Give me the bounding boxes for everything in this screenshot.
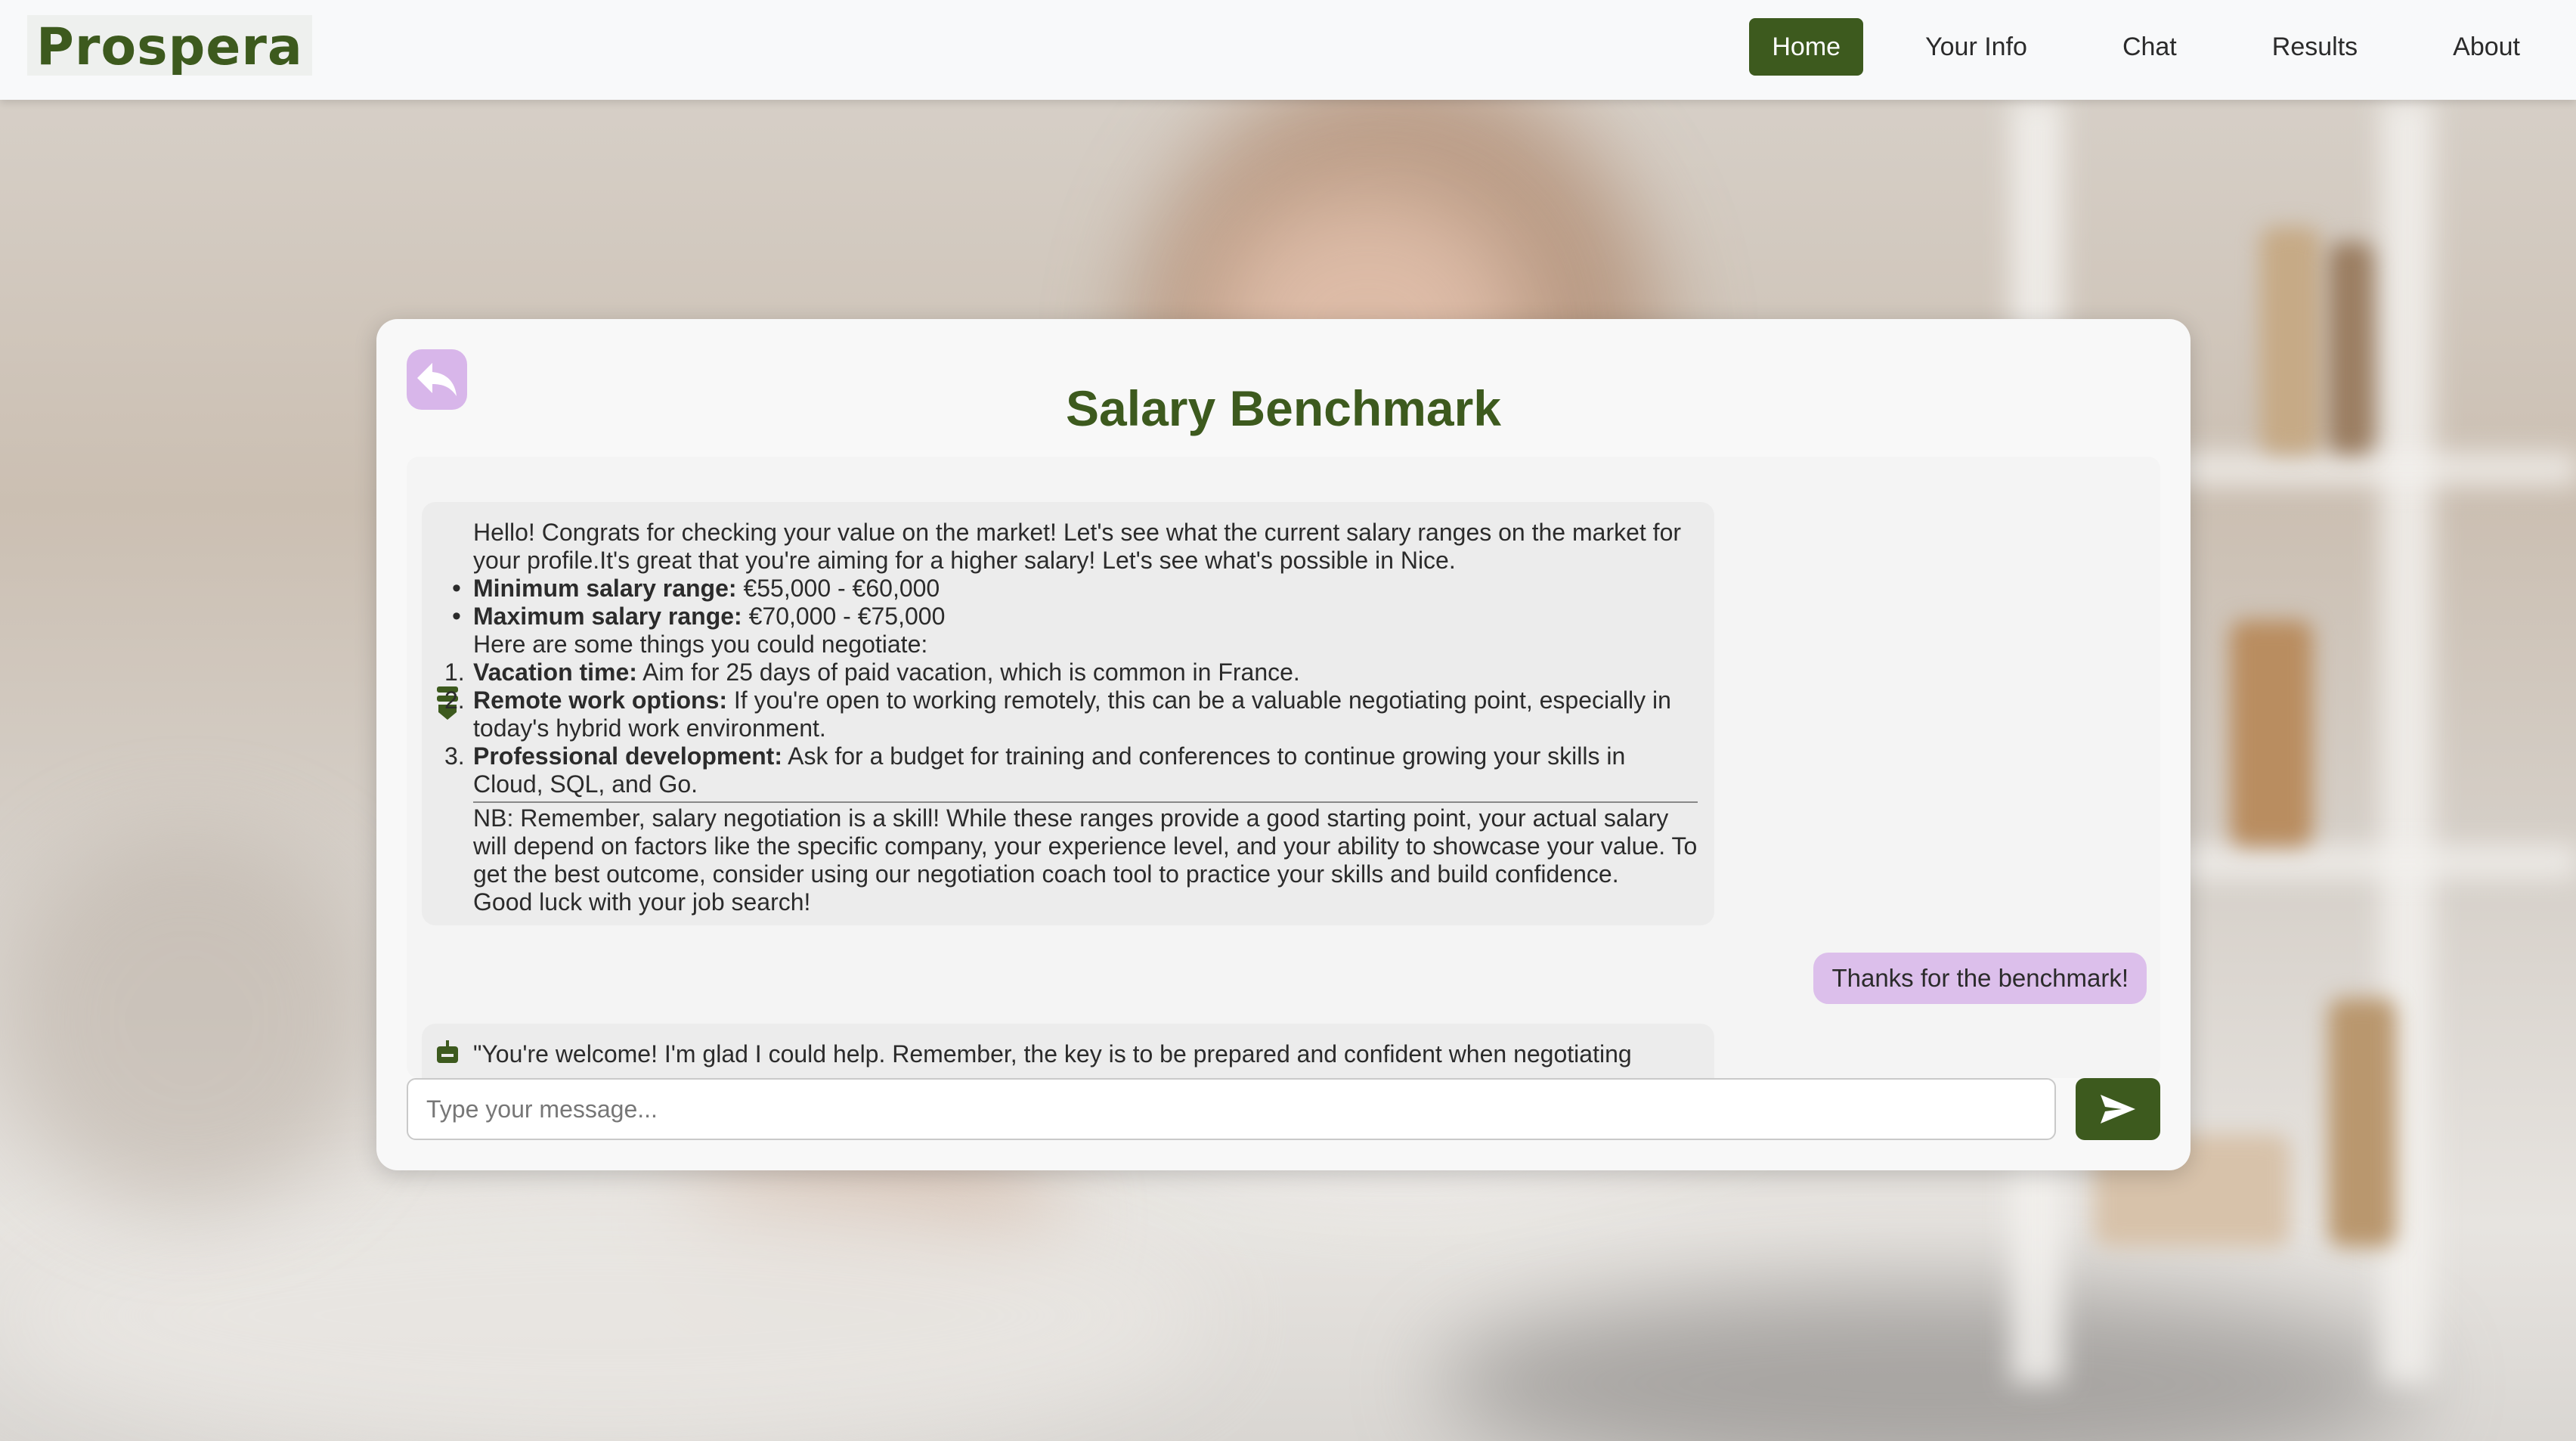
top-navbar: Prospera Home Your Info Chat Results Abo… xyxy=(0,0,2576,100)
salary-range-list: Minimum salary range: €55,000 - €60,000 … xyxy=(452,575,1698,631)
list-item: Maximum salary range: €70,000 - €75,000 xyxy=(452,603,1698,631)
page-title: Salary Benchmark xyxy=(1066,380,1501,437)
robot-icon xyxy=(437,1040,458,1063)
list-item: 1. Vacation time: Aim for 25 days of paid… xyxy=(444,659,1300,686)
nav-links: Home Your Info Chat Results About xyxy=(1720,18,2553,76)
user-message: Thanks for the benchmark! xyxy=(1813,953,2147,1004)
send-arrow-icon xyxy=(2101,1095,2135,1123)
negotiate-intro-text: Here are some things you could negotiate… xyxy=(473,631,928,658)
bot-intro-text: Hello! Congrats for checking your value … xyxy=(473,519,1682,574)
message-composer xyxy=(407,1078,2160,1140)
message-input[interactable] xyxy=(407,1078,2056,1140)
closing-text: Good luck with your job search! xyxy=(473,888,811,916)
send-button[interactable] xyxy=(2076,1078,2160,1140)
salary-benchmark-card: Salary Benchmark Hello! Congrats for che… xyxy=(376,319,2191,1170)
list-item: Minimum salary range: €55,000 - €60,000 xyxy=(452,575,1698,603)
message-list[interactable]: Hello! Congrats for checking your value … xyxy=(407,457,2160,1078)
bot-message: "You're welcome! I'm glad I could help. … xyxy=(422,1024,1714,1078)
prospera-logo[interactable]: Prospera xyxy=(27,15,312,77)
note-text: NB: Remember, salary negotiation is a sk… xyxy=(473,804,1698,888)
nav-item-home[interactable]: Home xyxy=(1749,18,1864,76)
nav-item-about[interactable]: About xyxy=(2420,18,2553,76)
negotiation-list: 1. Vacation time: Aim for 25 days of paid… xyxy=(444,659,1698,798)
list-item: 3. Professional development: Ask for a bu… xyxy=(444,742,1626,798)
divider xyxy=(473,801,1698,803)
nav-item-chat[interactable]: Chat xyxy=(2089,18,2210,76)
list-item: 2. Remote work options: If you're open to… xyxy=(444,686,1671,742)
bot-reply-text: "You're welcome! I'm glad I could help. … xyxy=(473,1040,1632,1068)
nav-item-your-info[interactable]: Your Info xyxy=(1892,18,2060,76)
nav-item-results[interactable]: Results xyxy=(2239,18,2391,76)
bot-message: Hello! Congrats for checking your value … xyxy=(422,502,1714,925)
